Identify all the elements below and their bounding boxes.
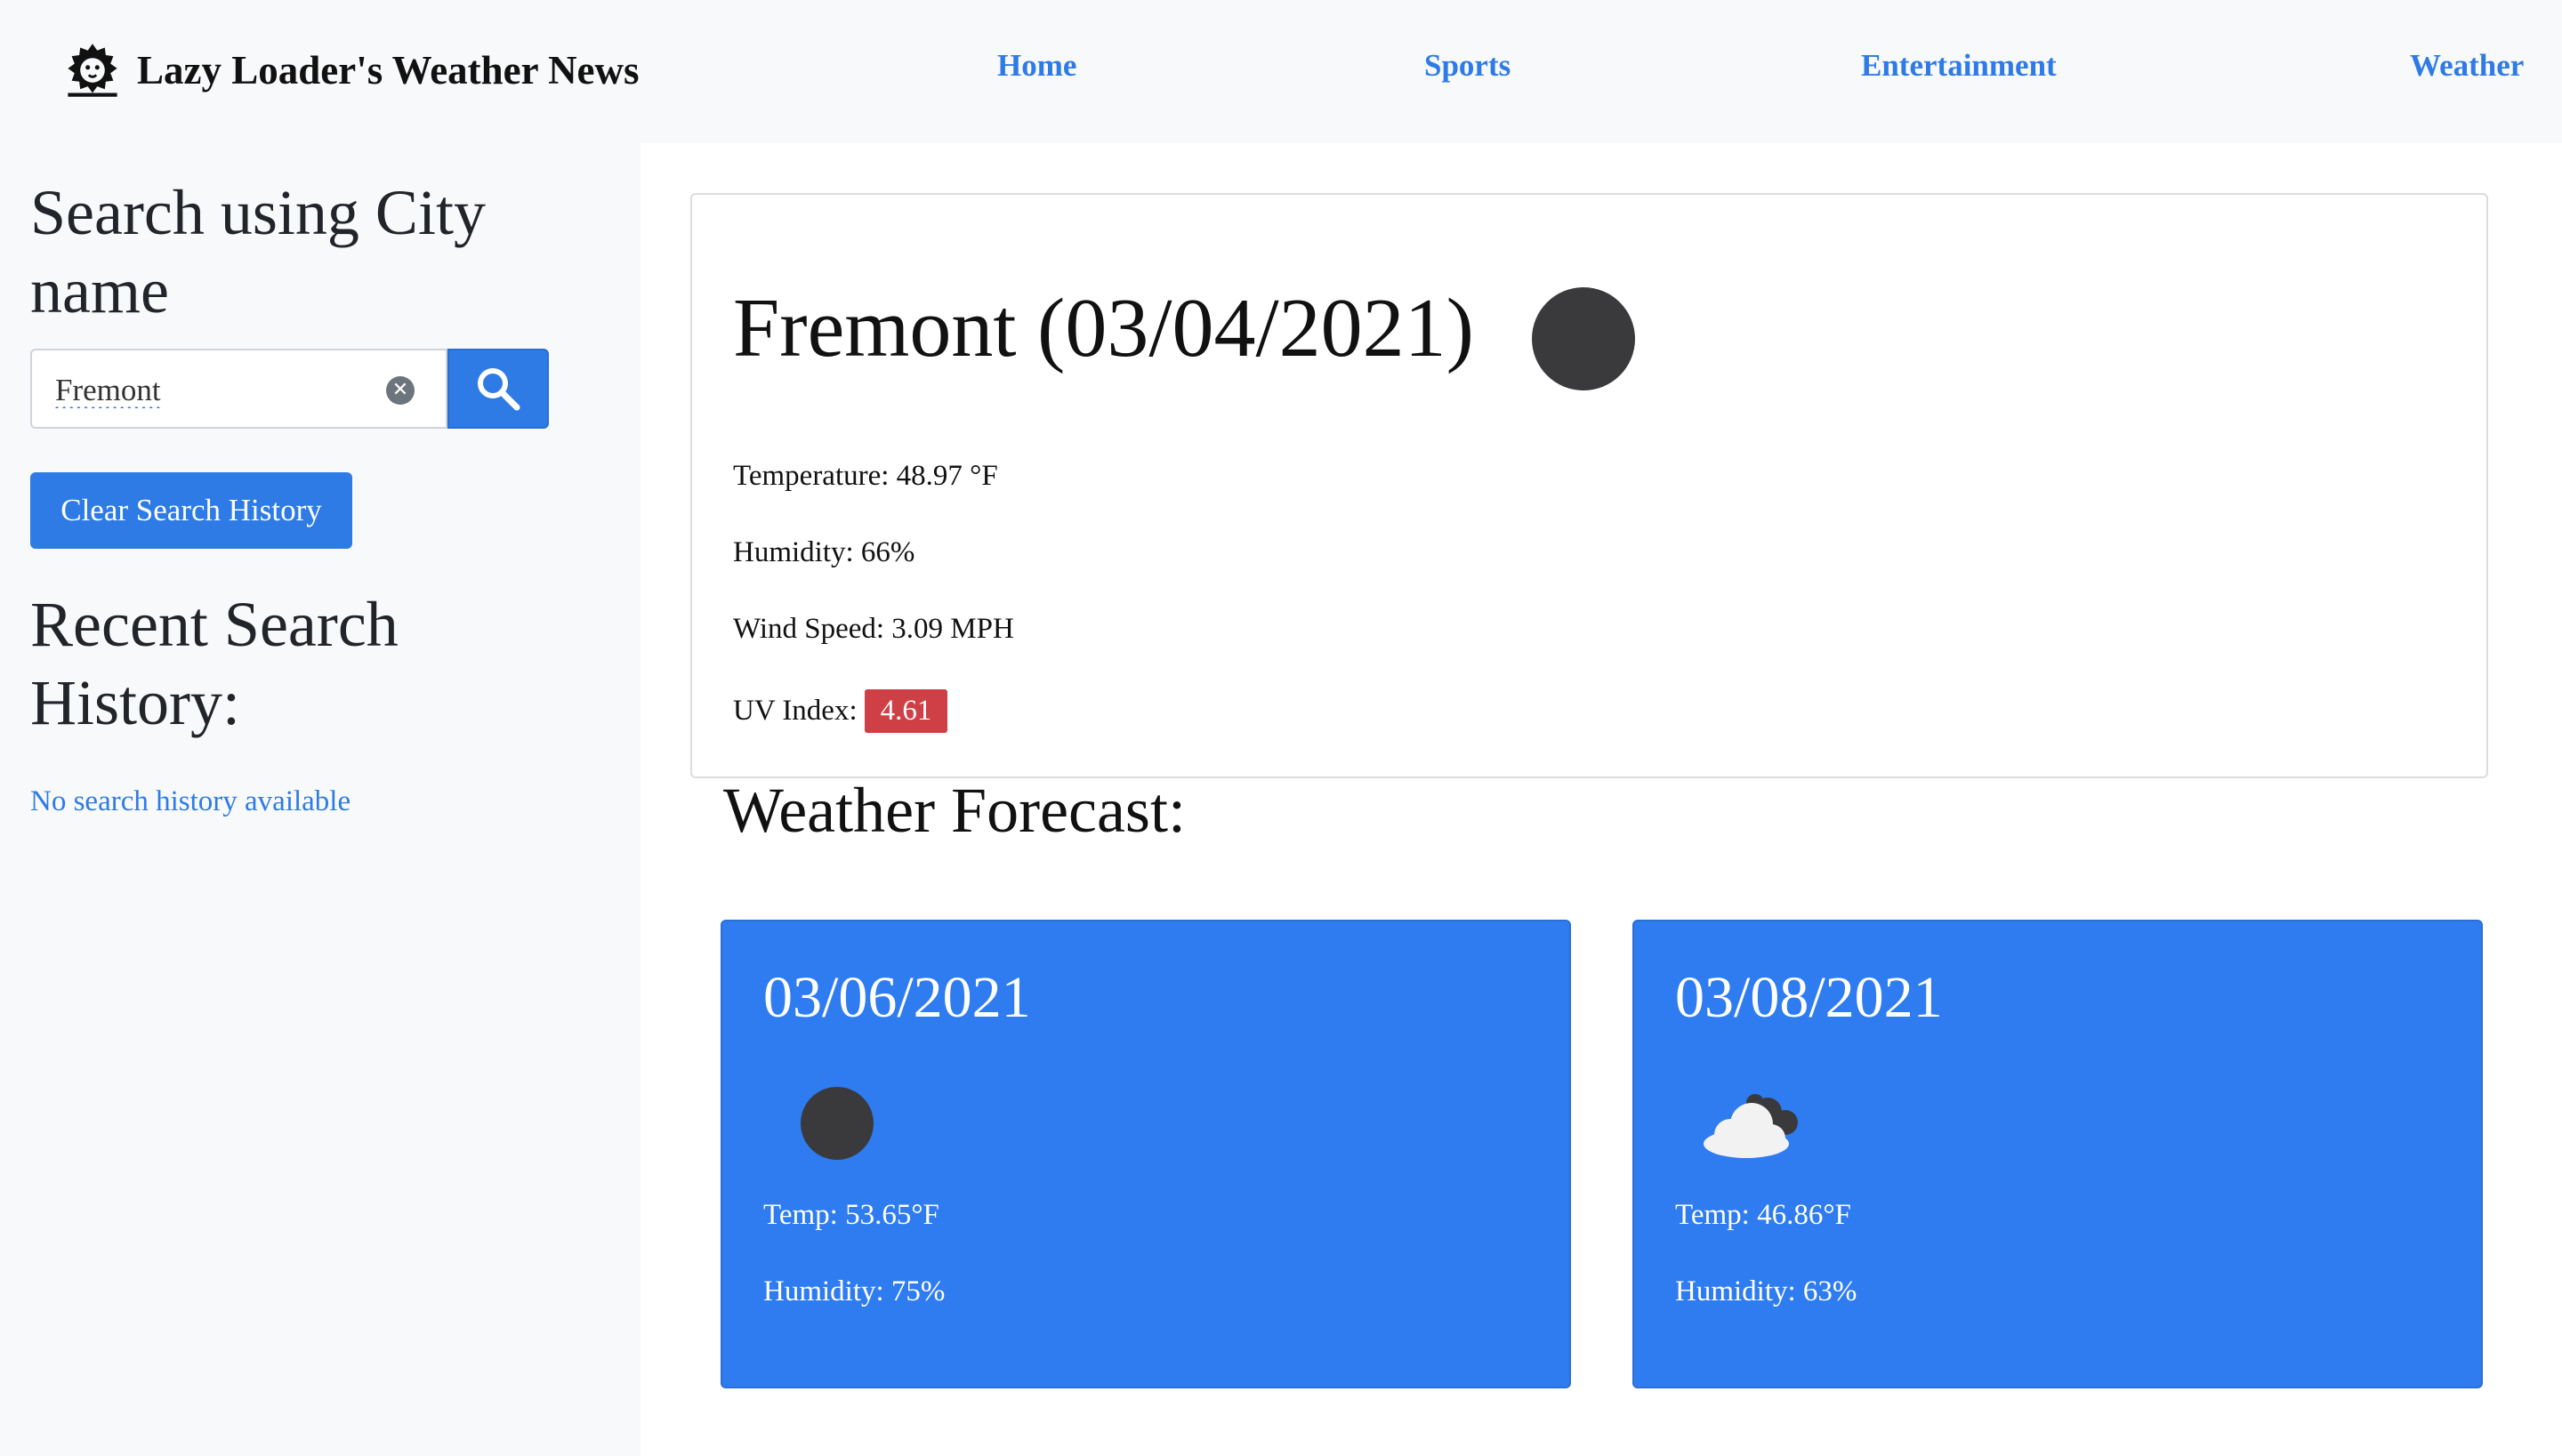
nav-entertainment[interactable]: Entertainment xyxy=(1861,48,2057,84)
uv-index-badge: 4.61 xyxy=(864,689,948,733)
uv-index-row: UV Index: 4.61 xyxy=(733,689,948,733)
cloud-night-icon xyxy=(1704,1094,1798,1158)
brand[interactable]: Lazy Loader's Weather News xyxy=(62,39,640,101)
forecast-date: 03/06/2021 xyxy=(763,965,1031,1030)
search-button[interactable] xyxy=(447,349,549,429)
recent-history-heading: Recent Search History: xyxy=(30,589,399,738)
city-date-title: Fremont (03/04/2021) xyxy=(733,282,1474,374)
moon-icon xyxy=(801,1087,874,1160)
temperature-text: Temperature: 48.97 °F xyxy=(733,460,998,492)
clear-history-button[interactable]: Clear Search History xyxy=(30,472,352,549)
nav-home[interactable]: Home xyxy=(997,48,1076,84)
uv-index-label: UV Index: xyxy=(733,695,858,727)
search-field[interactable]: ✕ xyxy=(30,349,447,429)
wind-speed-text: Wind Speed: 3.09 MPH xyxy=(733,613,1014,645)
humidity-text: Humidity: 66% xyxy=(733,536,915,568)
search-icon xyxy=(478,368,520,411)
forecast-temp: Temp: 46.86°F xyxy=(1675,1199,1851,1231)
forecast-date: 03/08/2021 xyxy=(1675,965,1943,1030)
moon-icon xyxy=(1532,287,1635,390)
brand-title: Lazy Loader's Weather News xyxy=(137,48,640,93)
clear-input-icon[interactable]: ✕ xyxy=(386,376,415,405)
forecast-title: Weather Forecast: xyxy=(723,775,1186,846)
nav-weather[interactable]: Weather xyxy=(2410,48,2524,84)
sidebar: Search using City name ✕ Clear Search Hi… xyxy=(0,143,640,1456)
nav-sports[interactable]: Sports xyxy=(1424,48,1511,84)
city-search-input[interactable] xyxy=(55,370,393,411)
forecast-humidity: Humidity: 75% xyxy=(763,1275,946,1307)
no-history-link[interactable]: No search history available xyxy=(30,785,350,818)
forecast-humidity: Humidity: 63% xyxy=(1675,1275,1857,1307)
forecast-card: 03/06/2021 Temp: 53.65°F Humidity: 75% xyxy=(721,920,1571,1388)
current-weather-card: Fremont (03/04/2021) Temperature: 48.97 … xyxy=(690,193,2488,778)
search-heading: Search using City name xyxy=(30,177,486,326)
forecast-card: 03/08/2021 Temp: 46.86°F Humidity: 63% xyxy=(1632,920,2483,1388)
forecast-temp: Temp: 53.65°F xyxy=(763,1199,939,1231)
lion-head-icon xyxy=(68,44,117,97)
top-navbar: Lazy Loader's Weather News Home Sports E… xyxy=(0,0,2562,143)
